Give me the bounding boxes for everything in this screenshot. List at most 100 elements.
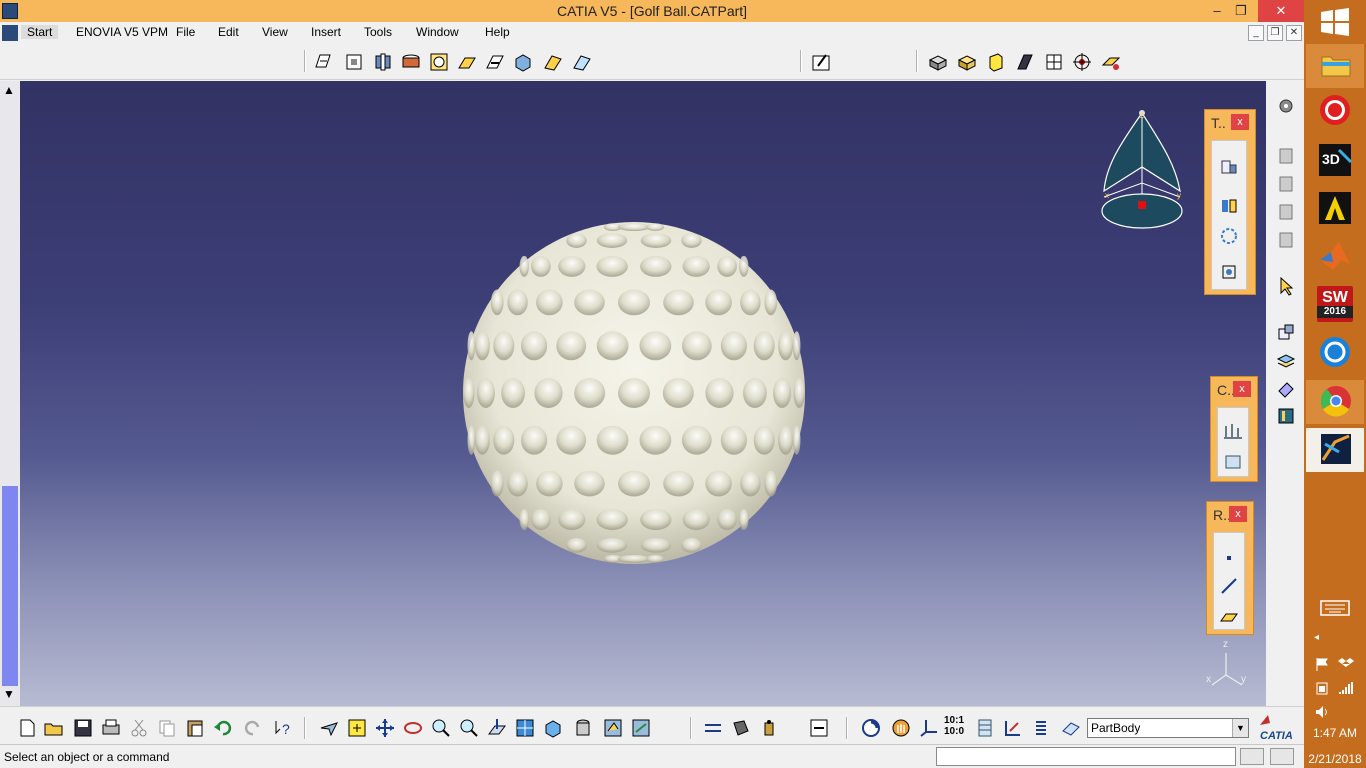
- stiffener-icon[interactable]: [512, 51, 534, 73]
- sketch-list-icon-2[interactable]: [1275, 173, 1297, 195]
- iso-view-icon[interactable]: [542, 717, 564, 739]
- refresh-app-icon[interactable]: [1317, 334, 1353, 370]
- measure-between-icon[interactable]: [702, 717, 724, 739]
- zoom-in-icon[interactable]: [430, 717, 452, 739]
- 3ds-max-icon[interactable]: 3D: [1317, 142, 1353, 178]
- chevron-down-icon[interactable]: ▼: [1232, 719, 1248, 737]
- shaft-icon[interactable]: [372, 51, 394, 73]
- undo-icon[interactable]: [212, 717, 234, 739]
- snap-tool-icon[interactable]: [1218, 261, 1240, 283]
- body-selector-icon[interactable]: [1060, 717, 1082, 739]
- cut-part-icon[interactable]: [1002, 717, 1024, 739]
- flag-icon[interactable]: [1314, 656, 1330, 672]
- edges-icon[interactable]: [1014, 51, 1036, 73]
- rotate-view-icon[interactable]: [402, 717, 424, 739]
- hand-icon[interactable]: [890, 717, 912, 739]
- sketch-tool-icon[interactable]: [1218, 155, 1240, 177]
- status-button-1[interactable]: [1240, 748, 1264, 765]
- open-folder-icon[interactable]: [43, 717, 65, 739]
- plane-icon[interactable]: [1218, 605, 1240, 627]
- golf-ball-model[interactable]: [463, 222, 805, 564]
- dropbox-icon[interactable]: [1338, 656, 1354, 672]
- eraser-icon[interactable]: [1275, 377, 1297, 399]
- target-icon[interactable]: [1071, 51, 1093, 73]
- scroll-track[interactable]: [2, 486, 18, 686]
- solidworks-icon[interactable]: SW 2016: [1317, 286, 1353, 322]
- list-icon[interactable]: [1030, 717, 1052, 739]
- windows-start-icon[interactable]: [1317, 4, 1353, 40]
- layers-icon[interactable]: [1275, 349, 1297, 371]
- removed-section-icon[interactable]: [571, 51, 593, 73]
- redo-icon[interactable]: [242, 717, 264, 739]
- vertical-scrollbar[interactable]: ▲ ▼: [0, 81, 20, 706]
- paste-icon[interactable]: [184, 717, 206, 739]
- constraint-tool-icon[interactable]: [1218, 195, 1240, 217]
- sketcher-icon[interactable]: [810, 51, 832, 73]
- update-icon[interactable]: [808, 717, 830, 739]
- scroll-up-icon[interactable]: ▲: [3, 83, 15, 97]
- menu-enovia[interactable]: ENOVIA V5 VPM: [76, 25, 168, 39]
- measure-inertia-icon[interactable]: [758, 717, 780, 739]
- zoom-out-icon[interactable]: [458, 717, 480, 739]
- panel-t-close-button[interactable]: x: [1231, 114, 1249, 130]
- partbody-dropdown[interactable]: PartBody ▼: [1087, 718, 1249, 738]
- print-icon[interactable]: [100, 717, 122, 739]
- menu-insert[interactable]: Insert: [311, 25, 341, 39]
- scale-bottom-label[interactable]: 10:0: [944, 726, 964, 737]
- sketch-list-icon-1[interactable]: [1275, 145, 1297, 167]
- 3d-viewport[interactable]: z x y z x y: [20, 81, 1266, 706]
- keyboard-icon[interactable]: [1317, 590, 1353, 626]
- restore-button[interactable]: ❐: [1224, 0, 1258, 22]
- point-icon[interactable]: [1218, 547, 1240, 569]
- swap-view-icon[interactable]: [860, 717, 882, 739]
- cut-icon[interactable]: [128, 717, 150, 739]
- menu-tools[interactable]: Tools: [364, 25, 392, 39]
- constraint-box-icon[interactable]: [1222, 450, 1244, 472]
- multi-section-solid-icon[interactable]: [542, 51, 564, 73]
- command-input[interactable]: [936, 747, 1236, 766]
- whats-this-icon[interactable]: ?: [272, 717, 294, 739]
- floating-toolbar-r[interactable]: R.. x: [1206, 501, 1254, 635]
- panel-r-close-button[interactable]: x: [1229, 506, 1247, 522]
- constraint-grid-icon[interactable]: [1222, 420, 1244, 442]
- floating-toolbar-c[interactable]: C.. x: [1210, 376, 1258, 482]
- chrome-icon[interactable]: [1306, 380, 1364, 424]
- render-style-icon[interactable]: [572, 717, 594, 739]
- scroll-down-icon[interactable]: ▼: [3, 687, 15, 701]
- cube-views-icon[interactable]: [1043, 51, 1065, 73]
- file-explorer-icon[interactable]: [1306, 44, 1364, 88]
- autocad-icon[interactable]: [1317, 190, 1353, 226]
- catalog-icon[interactable]: [1275, 405, 1297, 427]
- slot-icon[interactable]: [484, 51, 506, 73]
- record-app-icon[interactable]: [1317, 92, 1353, 128]
- signal-icon[interactable]: [1338, 680, 1354, 696]
- normal-view-icon[interactable]: [486, 717, 508, 739]
- save-icon[interactable]: [72, 717, 94, 739]
- doc-restore-button[interactable]: ❐: [1267, 25, 1283, 41]
- catia-taskbar-icon[interactable]: [1306, 428, 1364, 472]
- menu-view[interactable]: View: [262, 25, 288, 39]
- system-clock[interactable]: 1:47 AM 2/21/2018: [1304, 725, 1366, 767]
- menu-help[interactable]: Help: [485, 25, 510, 39]
- chevron-up-icon[interactable]: ◂: [1314, 632, 1319, 643]
- pan-icon[interactable]: [374, 717, 396, 739]
- apply-material-icon[interactable]: [927, 51, 949, 73]
- battery-icon[interactable]: [1314, 680, 1330, 696]
- shading-icon[interactable]: [956, 51, 978, 73]
- menu-start[interactable]: Start: [21, 25, 59, 39]
- scale-top-label[interactable]: 10:1: [944, 715, 964, 726]
- measure-item-icon[interactable]: [730, 717, 752, 739]
- hide-show-icon[interactable]: [602, 717, 624, 739]
- select-cursor-icon[interactable]: [1275, 275, 1297, 297]
- volume-icon[interactable]: [1314, 704, 1330, 720]
- multi-view-icon[interactable]: [514, 717, 536, 739]
- measure-icon[interactable]: [1100, 51, 1122, 73]
- pad-icon[interactable]: [312, 51, 334, 73]
- grid-icon[interactable]: [974, 717, 996, 739]
- doc-close-button[interactable]: ✕: [1286, 25, 1302, 41]
- menu-edit[interactable]: Edit: [218, 25, 239, 39]
- doc-minimize-button[interactable]: _: [1248, 25, 1264, 41]
- axis-system-icon[interactable]: [918, 717, 940, 739]
- box-view-icon[interactable]: [985, 51, 1007, 73]
- hole-icon[interactable]: [428, 51, 450, 73]
